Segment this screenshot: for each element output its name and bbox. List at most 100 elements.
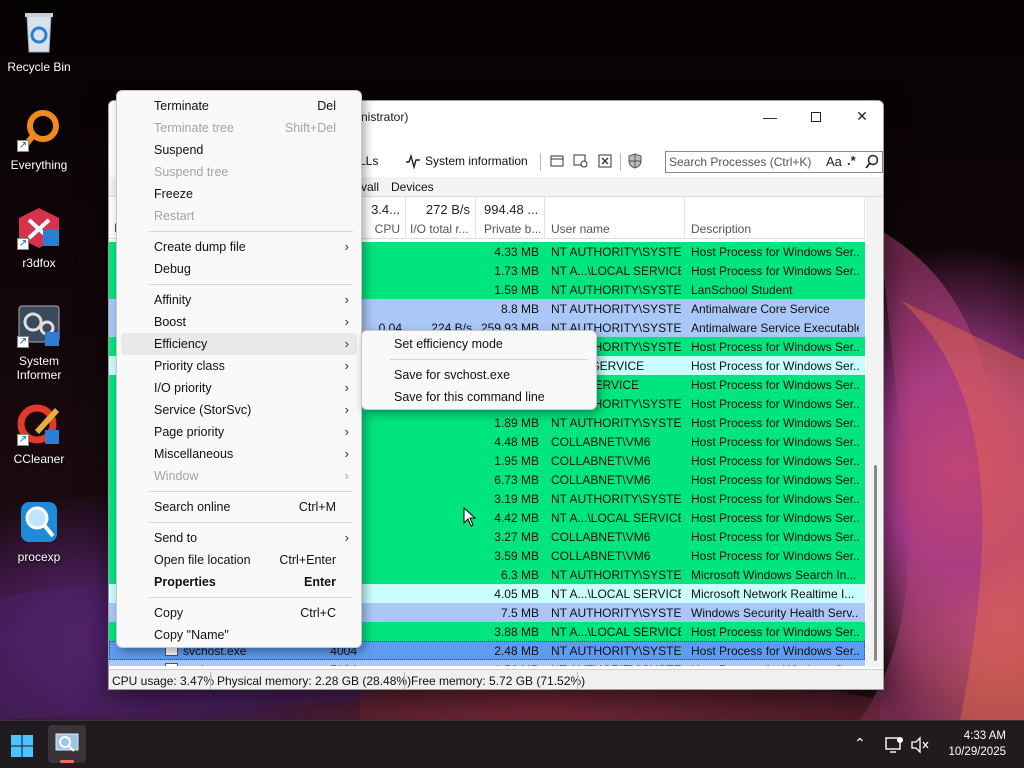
column-header-private-bytes[interactable]: 994.48 ... Private b... (476, 197, 545, 239)
column-header-description[interactable]: Description (685, 197, 865, 239)
chevron-right-icon: › (344, 446, 349, 461)
menu-item-save-for-command-line[interactable]: Save for this command line (366, 386, 592, 408)
menu-item-io-priority[interactable]: I/O priority › (121, 377, 357, 399)
menu-item-label: Service (StorSvc) (154, 403, 252, 417)
vertical-scrollbar[interactable] (866, 197, 883, 667)
windows-logo-icon (11, 735, 33, 757)
volume-muted-icon[interactable] (910, 736, 930, 754)
shield-icon[interactable] (627, 153, 643, 169)
menu-item-affinity[interactable]: Affinity › (121, 289, 357, 311)
desktop-icon-procexp[interactable]: procexp (1, 498, 77, 564)
clock-date[interactable]: 10/29/2025 (930, 746, 1006, 758)
private-bytes-cell: 3.19 MB (494, 492, 539, 506)
minimize-button[interactable]: — (747, 101, 793, 132)
private-bytes-cell: 8.8 MB (500, 302, 539, 316)
tab-firewall[interactable]: vall (361, 180, 379, 194)
menu-item-terminate[interactable]: Terminate Del (121, 95, 357, 117)
menu-item-search-online[interactable]: Search online Ctrl+M (121, 496, 357, 518)
menu-separator (149, 522, 353, 523)
menu-item-save-for-svchost[interactable]: Save for svchost.exe (366, 364, 592, 386)
menu-item-debug[interactable]: Debug (121, 258, 357, 280)
kill-process-icon[interactable] (597, 153, 613, 169)
menu-separator (149, 284, 353, 285)
menu-item-freeze[interactable]: Freeze (121, 183, 357, 205)
tab-devices[interactable]: Devices (391, 180, 434, 194)
menu-item-copy[interactable]: Copy Ctrl+C (121, 602, 357, 624)
menu-item-suspend[interactable]: Suspend (121, 139, 357, 161)
table-row[interactable]: svchost.exe5124 1.56 MB NT AUTHORITY\SYSTE… (109, 660, 865, 666)
chevron-up-icon[interactable]: ⌃ (854, 735, 866, 752)
menu-item-miscellaneous[interactable]: Miscellaneous › (121, 443, 357, 465)
menu-item-set-efficiency-mode[interactable]: Set efficiency mode (366, 333, 592, 355)
menu-item-label: Miscellaneous (154, 447, 234, 461)
desktop-icon-ccleaner[interactable]: ↗ CCleaner (1, 400, 77, 466)
desktop-icon-recycle-bin[interactable]: Recycle Bin (1, 8, 77, 74)
menu-item-terminate-tree[interactable]: Terminate tree Shift+Del (121, 117, 357, 139)
regex-toggle[interactable]: .* (847, 153, 856, 168)
user-name-cell: NT A...\LOCAL SERVICE (551, 587, 681, 601)
window-title: nistrator) (361, 110, 409, 124)
menu-item-label: Open file location (154, 553, 251, 567)
toolbar-system-information-button[interactable]: System information (425, 154, 528, 168)
menu-item-send-to[interactable]: Send to › (121, 527, 357, 549)
menu-item-open-file-location[interactable]: Open file location Ctrl+Enter (121, 549, 357, 571)
taskbar-app-process-explorer[interactable] (48, 725, 86, 763)
process-explorer-icon (55, 733, 79, 752)
search-input[interactable] (669, 154, 821, 170)
chevron-right-icon: › (344, 239, 349, 254)
column-header-cpu[interactable]: 3.4... CPU (363, 197, 406, 239)
menu-item-suspend-tree[interactable]: Suspend tree (121, 161, 357, 183)
private-bytes-cell: 4.05 MB (494, 587, 539, 601)
menu-separator (149, 597, 353, 598)
scrollbar-thumb[interactable] (874, 465, 877, 661)
physical-memory-status: Physical memory: 2.28 GB (28.48%) (217, 674, 412, 688)
menu-item-accelerator: Ctrl+C (300, 606, 336, 620)
clock-time[interactable]: 4:33 AM (930, 730, 1006, 742)
menu-item-service[interactable]: Service (StorSvc) › (121, 399, 357, 421)
description-cell: Host Process for Windows Ser... (691, 245, 859, 259)
menu-item-window[interactable]: Window › (121, 465, 357, 487)
menu-item-label: Search online (154, 500, 231, 514)
column-header-io[interactable]: 272 B/s I/O total r... (406, 197, 476, 239)
column-header-user-name[interactable]: User name (545, 197, 685, 239)
user-name-cell: COLLABNET\VM6 (551, 473, 651, 487)
match-case-toggle[interactable]: Aa (826, 154, 842, 169)
search-icon[interactable] (864, 154, 880, 173)
menu-item-page-priority[interactable]: Page priority › (121, 421, 357, 443)
maximize-button[interactable] (793, 101, 839, 132)
menu-item-label: Restart (154, 209, 195, 223)
menu-item-label: Debug (154, 262, 191, 276)
private-bytes-label: Private b... (484, 222, 542, 236)
notification-icon[interactable] (884, 735, 904, 755)
close-button[interactable]: ✕ (839, 101, 883, 132)
description-cell: Host Process for Windows Ser... (691, 644, 859, 658)
menu-item-properties[interactable]: Properties Enter (121, 571, 357, 593)
find-window-icon[interactable] (573, 153, 589, 169)
menu-item-boost[interactable]: Boost › (121, 311, 357, 333)
user-name-cell: NT AUTHORITY\SYSTEM (551, 302, 681, 316)
status-separator (577, 672, 578, 689)
desktop-icon-everything[interactable]: ↗ Everything (1, 106, 77, 172)
desktop-icon-system-informer[interactable]: ↗ System Informer (1, 302, 77, 382)
window-icon[interactable] (549, 153, 565, 169)
chevron-right-icon: › (344, 530, 349, 545)
menu-item-priority-class[interactable]: Priority class › (121, 355, 357, 377)
menu-item-restart[interactable]: Restart (121, 205, 357, 227)
private-bytes-cell: 4.42 MB (494, 511, 539, 525)
menu-item-copy-name[interactable]: Copy "Name" (121, 624, 357, 646)
menu-item-accelerator: Enter (304, 575, 336, 589)
private-bytes-cell: 3.59 MB (494, 549, 539, 563)
menu-item-label: Priority class (154, 359, 225, 373)
menu-item-efficiency[interactable]: Efficiency › (121, 333, 357, 355)
start-button[interactable] (10, 734, 34, 758)
menu-item-label: Terminate (154, 99, 209, 113)
desktop-icon-r3dfox[interactable]: ↗ r3dfox (1, 204, 77, 270)
menu-item-create-dump-file[interactable]: Create dump file › (121, 236, 357, 258)
description-cell: Host Process for Windows Ser... (691, 264, 859, 278)
efficiency-submenu: Set efficiency mode Save for svchost.exe… (361, 330, 597, 410)
desktop-icon-label: r3dfox (22, 256, 56, 270)
description-cell: Microsoft Network Realtime I... (691, 587, 855, 601)
io-total: 272 B/s (425, 202, 470, 217)
minimize-icon: — (763, 108, 777, 125)
user-name-cell: NT A...\LOCAL SERVICE (551, 511, 681, 525)
